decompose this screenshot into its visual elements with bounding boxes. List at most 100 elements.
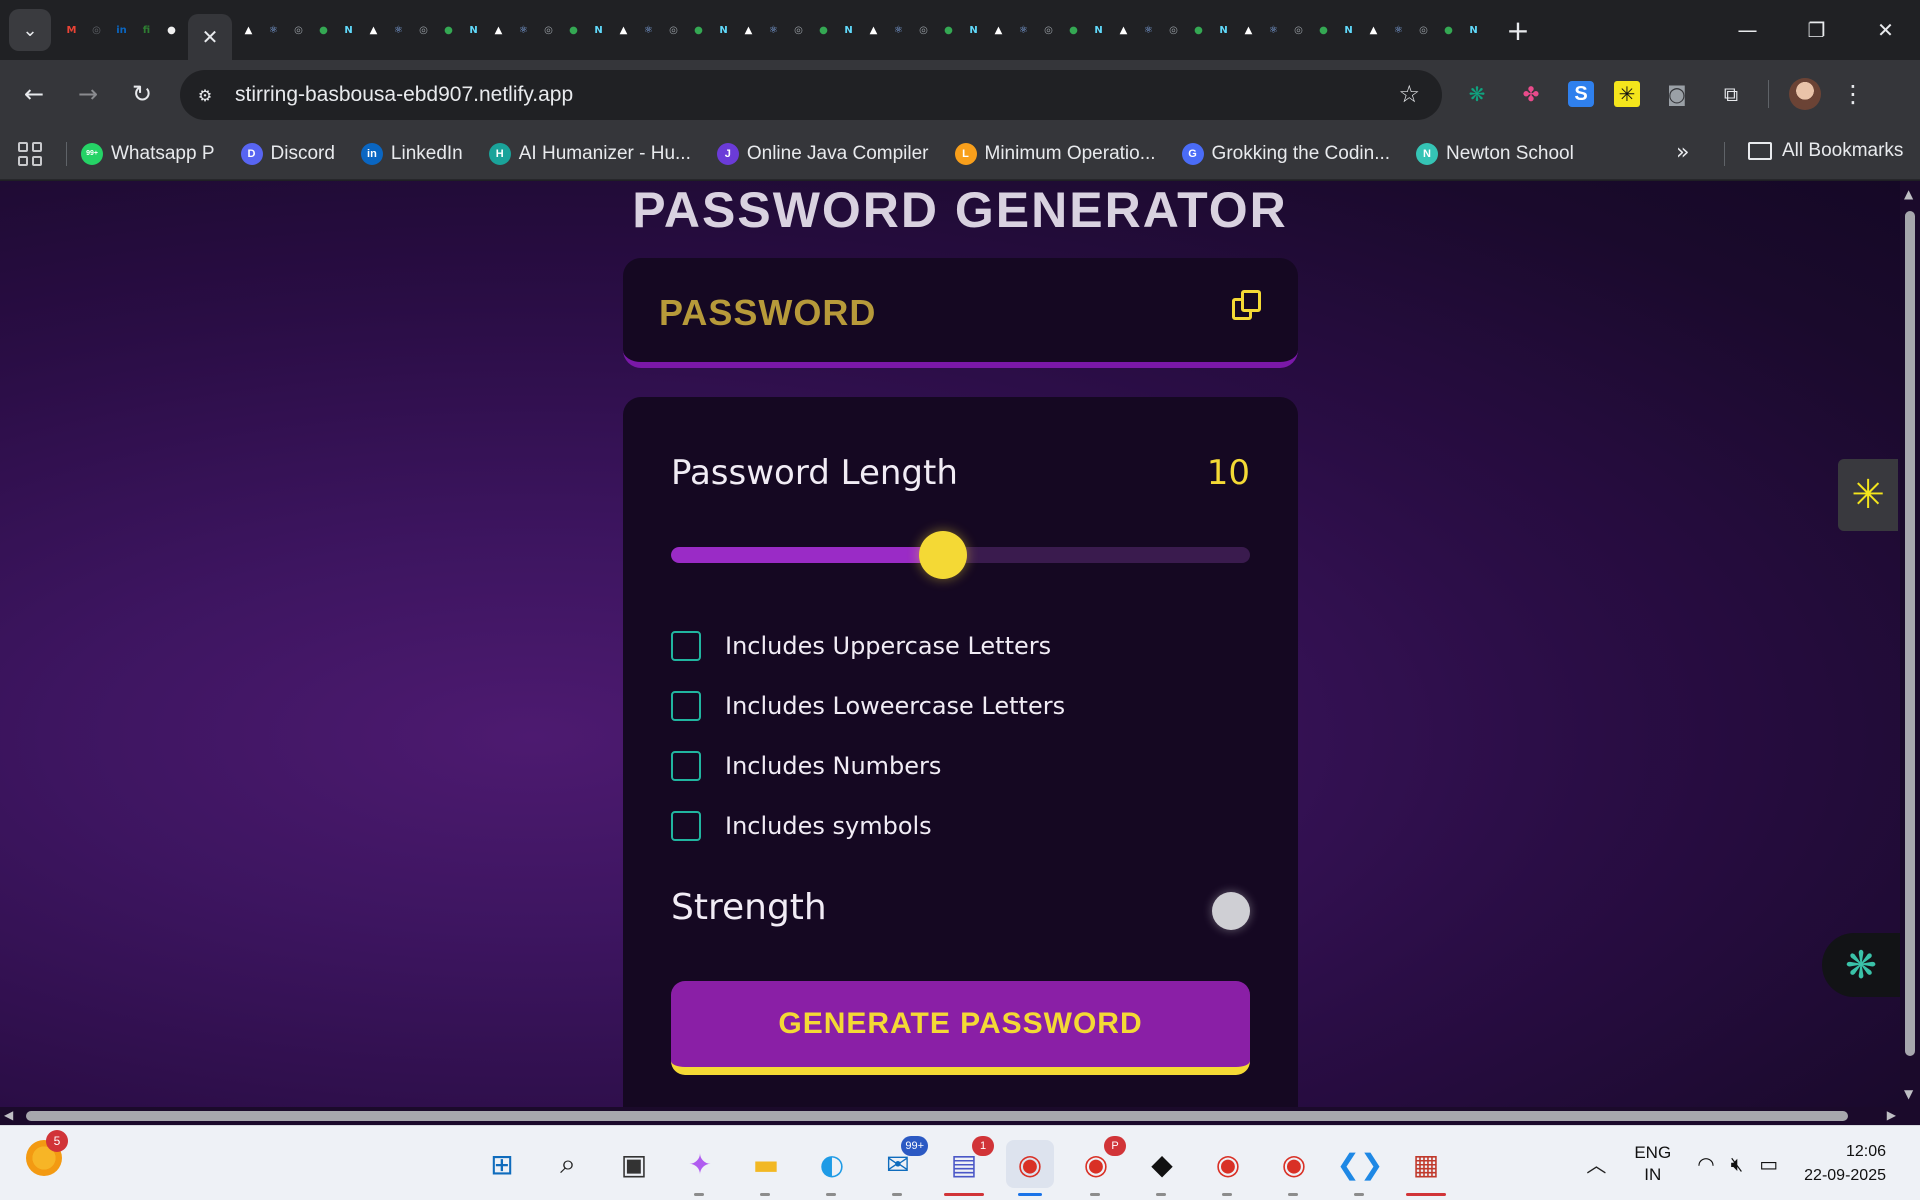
new-tab-button[interactable]: + [1500, 12, 1536, 48]
tab[interactable]: ● [436, 10, 461, 50]
snipping-app[interactable]: ▦ [1402, 1140, 1450, 1196]
tab[interactable]: ● [686, 10, 711, 50]
profile-avatar[interactable] [1789, 78, 1821, 110]
outlook-app[interactable]: ✉ 99+ [874, 1136, 928, 1196]
tab[interactable]: ▲ [611, 10, 636, 50]
chrome-app-2[interactable]: ◉ P [1072, 1136, 1126, 1196]
show-hidden-icons-chevron-icon[interactable]: ︿ [1586, 1149, 1606, 1178]
numbers-checkbox[interactable] [671, 751, 701, 781]
tab[interactable]: ● [1061, 10, 1086, 50]
extensions-puzzle-icon[interactable]: ⧉ [1714, 77, 1748, 111]
bookmark-item[interactable]: D Discord [240, 142, 335, 165]
tab[interactable]: ⚛ [1136, 10, 1161, 50]
asterisk-extension-icon[interactable]: ✳ [1614, 81, 1640, 107]
tab[interactable]: ● [561, 10, 586, 50]
cursor-app[interactable]: ◆ [1138, 1140, 1186, 1196]
length-slider-thumb[interactable] [919, 531, 968, 579]
teams-chat-app[interactable]: ▤ 1 [940, 1136, 994, 1196]
option-symbols[interactable]: Includes symbols [671, 811, 932, 841]
color-picker-extension-icon[interactable]: ✤ [1514, 77, 1548, 111]
horizontal-scrollbar[interactable]: ◀ ▶ [0, 1107, 1900, 1125]
bookmark-item[interactable]: 99+ Whatsapp P [81, 142, 215, 165]
all-bookmarks-button[interactable]: All Bookmarks [1748, 140, 1903, 162]
camera-extension-icon[interactable]: ◙ [1660, 77, 1694, 111]
bookmark-item[interactable]: in LinkedIn [360, 142, 463, 165]
tab[interactable]: ◎ [1161, 10, 1186, 50]
chrome-app-3[interactable]: ◉ [1204, 1140, 1252, 1196]
tab[interactable]: ◎ [286, 10, 311, 50]
pinned-tab[interactable]: fi [134, 10, 159, 50]
option-uppercase[interactable]: Includes Uppercase Letters [671, 631, 1051, 661]
pinned-tab[interactable]: ● [159, 10, 184, 50]
tab[interactable]: N [1336, 10, 1361, 50]
close-window-button[interactable]: ✕ [1851, 0, 1920, 60]
tab[interactable]: ⚛ [1261, 10, 1286, 50]
symbols-checkbox[interactable] [671, 811, 701, 841]
speaker-muted-icon[interactable]: 🔇︎ [1731, 1152, 1744, 1176]
tab[interactable]: ● [1186, 10, 1211, 50]
bookmark-item[interactable]: L Minimum Operatio... [954, 142, 1156, 165]
tab[interactable]: ⚛ [1386, 10, 1411, 50]
tab[interactable]: ◎ [911, 10, 936, 50]
back-button[interactable]: ← [14, 74, 54, 114]
url-text[interactable]: stirring-basbousa-ebd907.netlify.app [235, 83, 573, 107]
tab[interactable]: N [461, 10, 486, 50]
chrome-app-4[interactable]: ◉ [1270, 1140, 1318, 1196]
pinned-tab[interactable]: M [59, 10, 84, 50]
tab[interactable]: ● [311, 10, 336, 50]
tab[interactable]: ◎ [1411, 10, 1436, 50]
reload-button[interactable]: ↻ [122, 74, 162, 114]
tab[interactable]: ● [936, 10, 961, 50]
tab[interactable]: ◎ [411, 10, 436, 50]
bookmark-item[interactable]: G Grokking the Codin... [1181, 142, 1390, 165]
tab[interactable]: N [336, 10, 361, 50]
tab[interactable]: ● [811, 10, 836, 50]
lowercase-checkbox[interactable] [671, 691, 701, 721]
tab[interactable]: ◎ [786, 10, 811, 50]
tab[interactable]: ▲ [1236, 10, 1261, 50]
tab[interactable]: ⚛ [886, 10, 911, 50]
menu-kebab-icon[interactable]: ⋮ [1841, 80, 1865, 108]
tab[interactable]: ◎ [536, 10, 561, 50]
asterisk-sidebar-icon[interactable]: ✳ [1838, 459, 1898, 531]
clock[interactable]: 12:06 22-09-2025 [1804, 1140, 1886, 1188]
tab[interactable]: ◎ [1036, 10, 1061, 50]
tab[interactable]: ▲ [361, 10, 386, 50]
language-indicator[interactable]: ENG IN [1634, 1142, 1671, 1186]
tab[interactable]: ▲ [986, 10, 1011, 50]
tab[interactable]: ▲ [1111, 10, 1136, 50]
uppercase-checkbox[interactable] [671, 631, 701, 661]
tab[interactable]: ◎ [661, 10, 686, 50]
file-explorer-app[interactable]: ▬ [742, 1140, 790, 1196]
minimize-button[interactable]: — [1713, 0, 1782, 60]
chatgpt-extension-icon[interactable]: ❋ [1460, 77, 1494, 111]
vertical-scroll-thumb[interactable] [1905, 211, 1915, 1056]
chatgpt-sidebar-icon[interactable]: ❋ [1822, 933, 1900, 997]
tab[interactable]: ⚛ [761, 10, 786, 50]
wifi-icon[interactable]: ◠ [1697, 1152, 1714, 1176]
tab[interactable]: N [961, 10, 986, 50]
task-view-button[interactable]: ▣ [610, 1140, 658, 1188]
tab[interactable]: N [1211, 10, 1236, 50]
tab[interactable]: ⚛ [261, 10, 286, 50]
s-extension-icon[interactable]: S [1568, 81, 1594, 107]
edge-app[interactable]: ◐ [808, 1140, 856, 1196]
tab[interactable]: N [586, 10, 611, 50]
tab[interactable]: ▲ [736, 10, 761, 50]
battery-icon[interactable]: ▭ [1759, 1152, 1778, 1176]
tab[interactable]: N [1461, 10, 1486, 50]
more-bookmarks-chevron-icon[interactable]: » [1676, 140, 1689, 165]
bookmark-item[interactable]: J Online Java Compiler [716, 142, 929, 165]
tab[interactable]: ⚛ [1011, 10, 1036, 50]
tab[interactable]: ⚛ [511, 10, 536, 50]
tab[interactable]: N [1086, 10, 1111, 50]
vscode-app[interactable]: ❮❯ [1336, 1140, 1384, 1196]
horizontal-scroll-thumb[interactable] [26, 1111, 1848, 1121]
tab[interactable]: N [711, 10, 736, 50]
tab[interactable]: ● [1436, 10, 1461, 50]
pinned-tab[interactable]: in [109, 10, 134, 50]
bookmark-star-icon[interactable]: ☆ [1398, 80, 1420, 108]
tab[interactable]: ▲ [1361, 10, 1386, 50]
copilot-app[interactable]: ✦ [676, 1140, 724, 1196]
option-lowercase[interactable]: Includes Loweercase Letters [671, 691, 1065, 721]
